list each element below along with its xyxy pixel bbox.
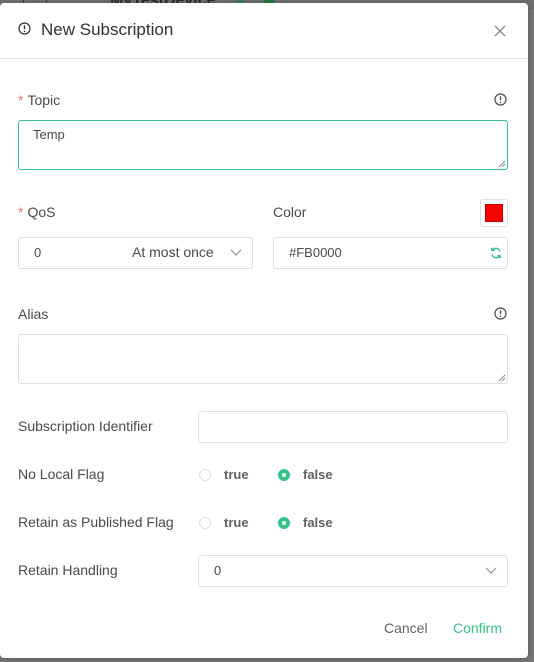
alias-label: Alias bbox=[18, 306, 49, 322]
cancel-button[interactable]: Cancel bbox=[384, 620, 428, 636]
color-swatch bbox=[485, 204, 503, 222]
close-icon[interactable] bbox=[488, 19, 512, 43]
radio-circle-icon bbox=[199, 516, 211, 529]
retain-as-published-false-radio[interactable]: false bbox=[278, 515, 333, 530]
retain-handling-value: 0 bbox=[214, 563, 222, 578]
qos-value: 0 bbox=[34, 245, 42, 260]
refresh-icon[interactable] bbox=[489, 246, 503, 260]
required-mark: * bbox=[18, 204, 24, 220]
no-local-flag-true-radio[interactable]: true bbox=[199, 467, 249, 482]
radio-circle-icon bbox=[199, 468, 211, 481]
radio-label: true bbox=[224, 515, 249, 530]
radio-label: false bbox=[303, 515, 333, 530]
color-input[interactable]: #FB0000 bbox=[273, 237, 508, 269]
dialog-header: New Subscription bbox=[0, 3, 528, 59]
subscription-identifier-label: Subscription Identifier bbox=[18, 418, 153, 434]
resize-handle-icon[interactable] bbox=[498, 160, 506, 168]
no-local-flag-label: No Local Flag bbox=[18, 466, 105, 482]
radio-label: true bbox=[224, 467, 249, 482]
no-local-flag-false-radio[interactable]: false bbox=[278, 467, 333, 482]
color-label: Color bbox=[273, 204, 307, 220]
retain-as-published-true-radio[interactable]: true bbox=[199, 515, 249, 530]
radio-checked-icon bbox=[278, 516, 290, 529]
radio-label: false bbox=[303, 467, 333, 482]
qos-select[interactable]: 0 At most once bbox=[18, 237, 253, 269]
retain-handling-label: Retain Handling bbox=[18, 562, 118, 578]
color-picker-button[interactable] bbox=[480, 199, 508, 227]
qos-label-text: QoS bbox=[27, 204, 56, 220]
subscription-identifier-input[interactable] bbox=[198, 411, 508, 443]
dialog-title: New Subscription bbox=[41, 20, 174, 39]
topic-label: * Topic bbox=[18, 92, 60, 108]
topic-help-icon[interactable] bbox=[494, 93, 507, 111]
topic-input[interactable]: Temp bbox=[18, 120, 508, 170]
qos-description: At most once bbox=[132, 244, 214, 260]
topic-label-text: Topic bbox=[27, 92, 61, 108]
retain-handling-select[interactable]: 0 bbox=[198, 555, 508, 587]
chevron-down-icon bbox=[485, 567, 497, 574]
info-icon bbox=[18, 22, 31, 40]
qos-label: * QoS bbox=[18, 204, 55, 220]
resize-handle-icon[interactable] bbox=[498, 374, 506, 382]
retain-as-published-flag-label: Retain as Published Flag bbox=[18, 514, 174, 530]
required-mark: * bbox=[18, 92, 24, 108]
new-subscription-dialog: New Subscription * Topic Temp * QoS 0 At m… bbox=[0, 3, 528, 658]
topic-input-value: Temp bbox=[33, 127, 65, 142]
color-value: #FB0000 bbox=[289, 245, 342, 260]
alias-help-icon[interactable] bbox=[494, 307, 507, 325]
confirm-button[interactable]: Confirm bbox=[453, 620, 502, 636]
radio-checked-icon bbox=[278, 468, 290, 481]
alias-input[interactable] bbox=[18, 334, 508, 384]
chevron-down-icon bbox=[230, 249, 242, 256]
